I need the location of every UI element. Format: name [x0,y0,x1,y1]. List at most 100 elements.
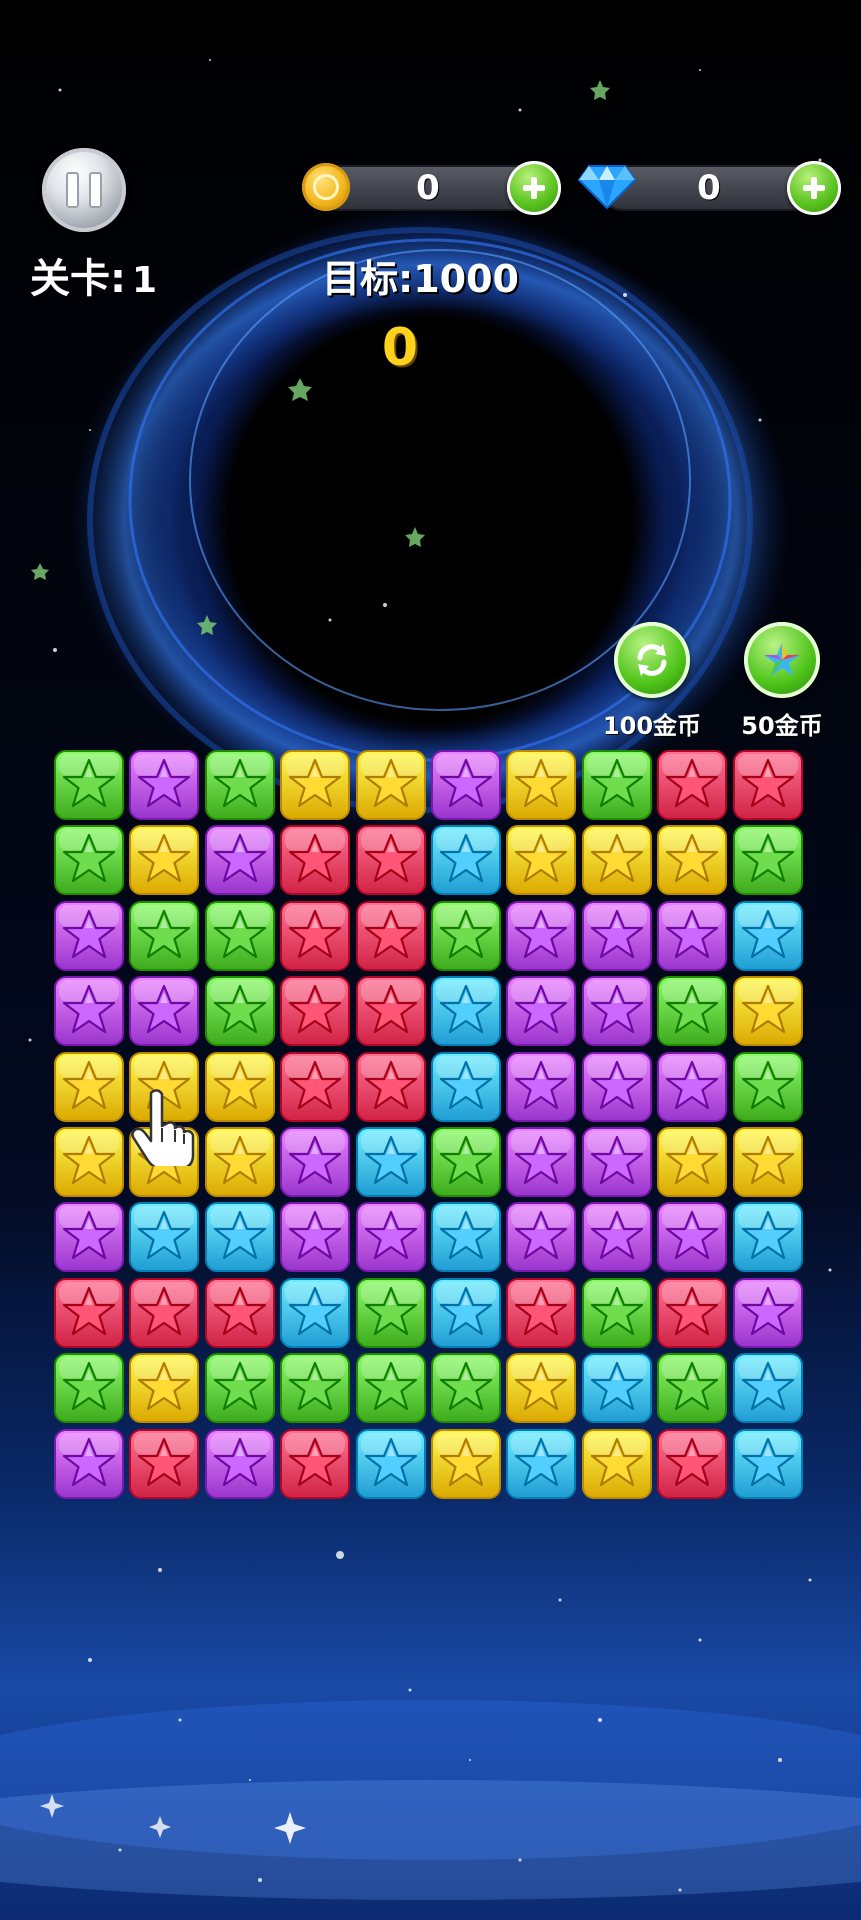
star-block-yellow[interactable] [204,1051,275,1122]
star-block-blue[interactable] [581,1353,652,1424]
star-block-blue[interactable] [732,1428,803,1499]
star-block-yellow[interactable] [54,1127,124,1197]
star-block-purple[interactable] [54,1428,124,1499]
star-block-green[interactable] [204,976,275,1047]
star-block-red[interactable] [657,1428,728,1499]
star-block-purple[interactable] [204,1428,275,1499]
star-block-purple[interactable] [581,1202,652,1273]
star-block-yellow[interactable] [129,825,200,896]
star-block-yellow[interactable] [732,976,803,1047]
star-block-blue[interactable] [129,1202,200,1273]
star-block-yellow[interactable] [581,825,652,896]
star-block-red[interactable] [280,1051,351,1122]
star-block-purple[interactable] [657,1202,728,1273]
star-block-red[interactable] [129,1428,200,1499]
star-block-purple[interactable] [54,900,124,971]
star-block-red[interactable] [355,1051,426,1122]
star-block-red[interactable] [129,1277,200,1348]
star-block-purple[interactable] [54,976,124,1047]
star-block-purple[interactable] [506,976,577,1047]
star-block-blue[interactable] [506,1428,577,1499]
star-block-green[interactable] [204,750,275,820]
star-block-blue[interactable] [431,976,501,1047]
star-block-purple[interactable] [732,1277,803,1348]
rainbow-star-button[interactable] [744,622,820,698]
star-block-red[interactable] [657,1277,728,1348]
star-block-purple[interactable] [657,1051,728,1122]
star-block-blue[interactable] [355,1127,426,1197]
star-block-blue[interactable] [280,1277,351,1348]
star-block-green[interactable] [280,1353,351,1424]
star-block-blue[interactable] [431,1051,501,1122]
star-block-yellow[interactable] [129,1051,200,1122]
star-block-yellow[interactable] [506,825,577,896]
star-block-purple[interactable] [581,976,652,1047]
star-block-yellow[interactable] [54,1051,124,1122]
star-block-purple[interactable] [431,750,501,820]
star-block-green[interactable] [431,900,501,971]
star-block-blue[interactable] [431,825,501,896]
refresh-tool[interactable]: 100金币 [587,622,717,741]
star-block-purple[interactable] [280,1127,351,1197]
star-block-yellow[interactable] [581,1428,652,1499]
star-block-green[interactable] [204,1353,275,1424]
star-block-red[interactable] [204,1277,275,1348]
star-block-yellow[interactable] [280,750,351,820]
star-block-yellow[interactable] [204,1127,275,1197]
star-block-red[interactable] [355,900,426,971]
star-block-green[interactable] [581,1277,652,1348]
star-block-blue[interactable] [431,1277,501,1348]
star-block-purple[interactable] [280,1202,351,1273]
star-block-yellow[interactable] [129,1353,200,1424]
star-block-red[interactable] [506,1277,577,1348]
star-block-purple[interactable] [581,1051,652,1122]
star-block-green[interactable] [204,900,275,971]
star-block-purple[interactable] [355,1202,426,1273]
star-block-green[interactable] [54,1353,124,1424]
star-block-red[interactable] [280,825,351,896]
star-block-red[interactable] [355,825,426,896]
star-block-yellow[interactable] [506,750,577,820]
star-block-purple[interactable] [581,1127,652,1197]
star-block-yellow[interactable] [732,1127,803,1197]
star-block-green[interactable] [581,750,652,820]
star-block-blue[interactable] [204,1202,275,1273]
star-block-purple[interactable] [129,750,200,820]
star-block-yellow[interactable] [355,750,426,820]
star-block-red[interactable] [732,750,803,820]
star-block-green[interactable] [732,825,803,896]
star-block-green[interactable] [54,750,124,820]
star-block-purple[interactable] [506,900,577,971]
star-block-green[interactable] [129,900,200,971]
star-block-red[interactable] [355,976,426,1047]
star-block-purple[interactable] [129,976,200,1047]
star-block-green[interactable] [732,1051,803,1122]
star-block-purple[interactable] [657,900,728,971]
star-block-purple[interactable] [506,1202,577,1273]
star-block-purple[interactable] [204,825,275,896]
star-block-red[interactable] [280,1428,351,1499]
star-block-green[interactable] [431,1127,501,1197]
star-block-blue[interactable] [732,1353,803,1424]
rainbow-star-tool[interactable]: 50金币 [717,622,847,741]
pause-button[interactable] [42,148,126,232]
star-block-blue[interactable] [355,1428,426,1499]
add-diamonds-button[interactable] [787,161,841,215]
star-block-yellow[interactable] [657,825,728,896]
star-block-green[interactable] [431,1353,501,1424]
star-block-purple[interactable] [581,900,652,971]
star-block-blue[interactable] [431,1202,501,1273]
star-block-yellow[interactable] [129,1127,200,1197]
star-block-green[interactable] [54,825,124,896]
star-block-blue[interactable] [732,1202,803,1273]
refresh-button[interactable] [614,622,690,698]
star-block-purple[interactable] [54,1202,124,1273]
star-block-purple[interactable] [506,1127,577,1197]
star-block-purple[interactable] [506,1051,577,1122]
star-block-green[interactable] [355,1277,426,1348]
star-block-yellow[interactable] [431,1428,501,1499]
star-block-yellow[interactable] [506,1353,577,1424]
star-block-red[interactable] [657,750,728,820]
star-block-red[interactable] [280,900,351,971]
star-block-green[interactable] [355,1353,426,1424]
